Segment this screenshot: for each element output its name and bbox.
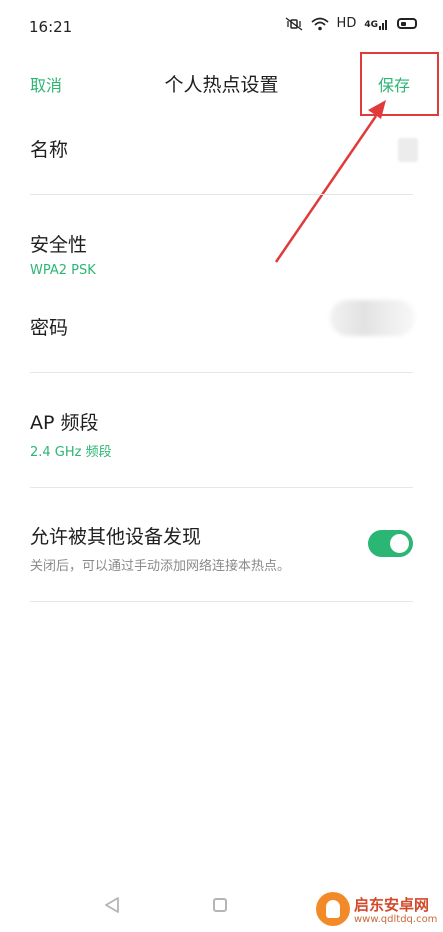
name-label: 名称 xyxy=(30,139,69,161)
screen: 16:21 HD 4G 取消 个人热点设置 保存 名称 安全性 WPA2 PSK… xyxy=(0,0,443,932)
divider xyxy=(30,487,413,488)
discoverable-description: 关闭后，可以通过手动添加网络连接本热点。 xyxy=(30,559,291,574)
discoverable-label: 允许被其他设备发现 xyxy=(30,526,202,548)
watermark: 启东安卓网 www.qdltdq.com xyxy=(316,890,443,930)
watermark-logo-icon xyxy=(316,892,350,926)
divider xyxy=(30,194,413,195)
ap-band-label: AP 频段 xyxy=(30,412,99,434)
security-label: 安全性 xyxy=(30,234,88,256)
password-value-blurred xyxy=(330,300,415,336)
name-row[interactable]: 名称 xyxy=(30,135,413,162)
toggle-knob xyxy=(390,534,409,553)
ap-band-value: 2.4 GHz 频段 xyxy=(30,445,112,460)
divider xyxy=(30,372,413,373)
watermark-name: 启东安卓网 xyxy=(354,896,430,914)
home-icon[interactable] xyxy=(213,898,227,912)
divider xyxy=(30,601,413,602)
back-icon[interactable] xyxy=(104,896,120,914)
name-value-blurred xyxy=(398,138,418,162)
watermark-url: www.qdltdq.com xyxy=(354,914,438,925)
discoverable-row: 允许被其他设备发现 关闭后，可以通过手动添加网络连接本热点。 xyxy=(30,522,350,574)
ap-band-row[interactable]: AP 频段 2.4 GHz 频段 xyxy=(30,408,413,460)
security-value: WPA2 PSK xyxy=(30,263,96,278)
security-row[interactable]: 安全性 WPA2 PSK xyxy=(30,230,413,278)
discoverable-toggle[interactable] xyxy=(368,530,413,557)
